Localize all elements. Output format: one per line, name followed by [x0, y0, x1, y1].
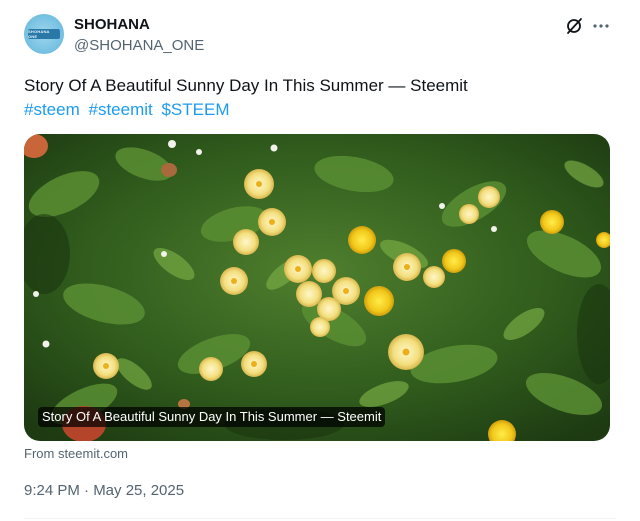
hashtag-steem[interactable]: #steem	[24, 100, 80, 119]
avatar-logo: SHOHANA ONE	[28, 29, 60, 39]
hashtag-steemit[interactable]: #steemit	[88, 100, 152, 119]
divider	[24, 518, 616, 519]
author-handle[interactable]: @SHOHANA_ONE	[74, 37, 204, 54]
card-title: Story Of A Beautiful Sunny Day In This S…	[38, 407, 386, 427]
ellipsis-icon	[593, 24, 609, 28]
post-tags: #steem #steemit $STEEM	[24, 98, 234, 122]
more-options-icon[interactable]	[591, 16, 611, 36]
card-source[interactable]: From steemit.com	[24, 446, 128, 461]
author-name[interactable]: SHOHANA	[74, 16, 150, 33]
card-image	[24, 134, 610, 441]
post-timestamp[interactable]: 9:24 PM · May 25, 2025	[24, 482, 184, 499]
grok-icon-glyph	[567, 18, 582, 34]
link-card[interactable]: Story Of A Beautiful Sunny Day In This S…	[24, 134, 610, 441]
post: SHOHANA ONE SHOHANA @SHOHANA_ONE Story O…	[0, 0, 640, 521]
grok-icon[interactable]	[564, 16, 584, 36]
cashtag-steem[interactable]: $STEEM	[161, 100, 229, 119]
post-text: Story Of A Beautiful Sunny Day In This S…	[24, 76, 468, 95]
avatar-logo-text: SHOHANA ONE	[28, 29, 50, 39]
avatar[interactable]: SHOHANA ONE	[24, 14, 64, 54]
